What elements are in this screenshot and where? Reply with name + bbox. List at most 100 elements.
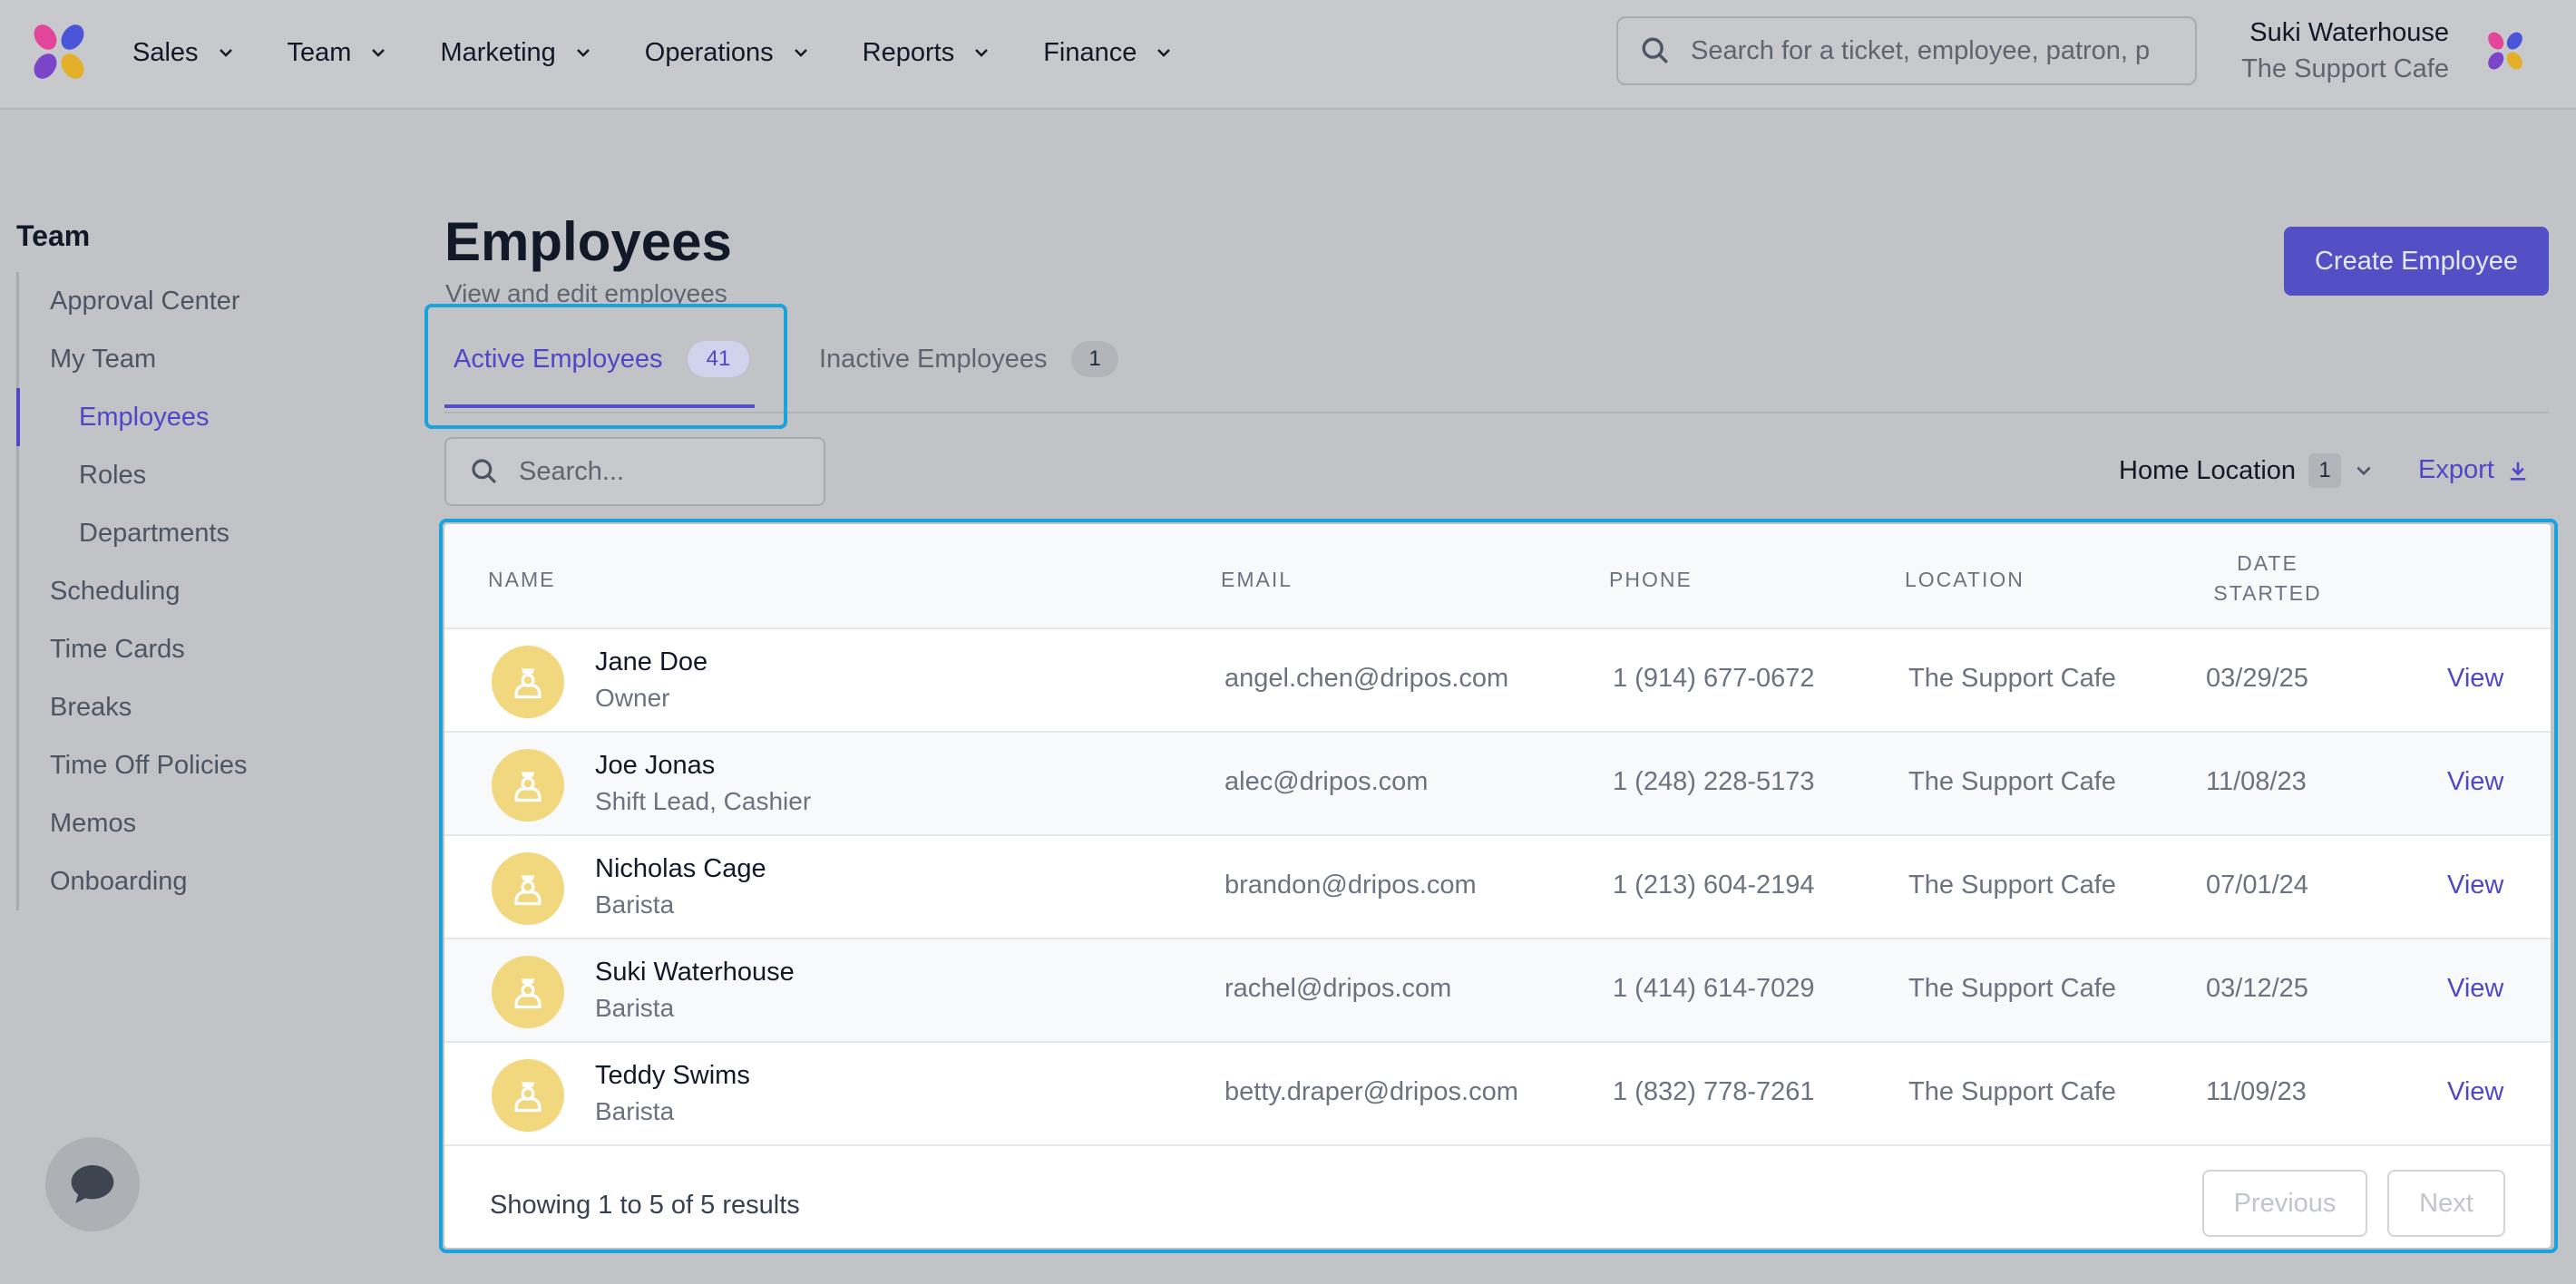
view-employee-link[interactable]: View bbox=[2447, 664, 2503, 694]
employee-search bbox=[444, 437, 825, 506]
chevron-down-icon bbox=[219, 49, 232, 57]
barista-icon bbox=[514, 978, 542, 1009]
employee-phone: 1 (832) 778-7261 bbox=[1613, 1077, 1815, 1106]
nav-item-label: Sales bbox=[132, 37, 199, 67]
chevron-down-icon bbox=[2356, 466, 2371, 476]
employee-phone: 1 (414) 614-7029 bbox=[1613, 974, 1815, 1003]
home-location-count: 1 bbox=[2308, 453, 2342, 488]
employee-location: The Support Cafe bbox=[1908, 767, 2116, 796]
employee-date-started: 03/29/25 bbox=[2206, 664, 2308, 693]
nav-item-label: Marketing bbox=[440, 37, 556, 67]
column-header-date-started[interactable]: DATE STARTED bbox=[2204, 551, 2331, 606]
nav-sales[interactable]: Sales bbox=[132, 38, 235, 68]
next-page-button[interactable]: Next bbox=[2387, 1170, 2505, 1237]
column-header-name[interactable]: NAME bbox=[488, 568, 555, 592]
table-row[interactable]: Joe Jonas Shift Lead, Cashier alec@dripo… bbox=[444, 733, 2551, 836]
nav-item-label: Reports bbox=[862, 37, 955, 67]
global-search-input[interactable] bbox=[1691, 35, 2181, 66]
create-employee-button[interactable]: Create Employee bbox=[2284, 227, 2549, 296]
employee-phone: 1 (213) 604-2194 bbox=[1613, 871, 1815, 900]
chevron-down-icon bbox=[372, 49, 385, 57]
employee-date-started: 11/09/23 bbox=[2206, 1077, 2307, 1106]
avatar bbox=[492, 852, 564, 925]
sidebar-item-memos[interactable]: Memos bbox=[19, 794, 379, 852]
employee-role: Owner bbox=[595, 684, 670, 712]
employee-location: The Support Cafe bbox=[1908, 974, 2116, 1003]
sidebar-item-breaks[interactable]: Breaks bbox=[19, 678, 379, 736]
table-row[interactable]: Nicholas Cage Barista brandon@dripos.com… bbox=[444, 836, 2551, 939]
view-employee-link[interactable]: View bbox=[2447, 767, 2503, 797]
user-menu[interactable]: Suki Waterhouse The Support Cafe bbox=[2241, 15, 2449, 87]
sidebar-item-departments[interactable]: Departments bbox=[19, 504, 379, 562]
column-header-email[interactable]: EMAIL bbox=[1221, 568, 1293, 592]
previous-page-button[interactable]: Previous bbox=[2202, 1170, 2367, 1237]
export-label: Export bbox=[2418, 455, 2494, 484]
barista-icon bbox=[514, 1082, 542, 1113]
avatar bbox=[492, 646, 564, 718]
nav-reports[interactable]: Reports bbox=[863, 38, 991, 68]
page-title: Employees bbox=[444, 211, 732, 272]
global-search bbox=[1616, 16, 2197, 85]
sidebar-item-my-team[interactable]: My Team bbox=[19, 330, 379, 388]
tab-count-badge: 41 bbox=[688, 341, 749, 377]
chevron-down-icon bbox=[1157, 49, 1171, 57]
export-button[interactable]: Export bbox=[2418, 455, 2531, 485]
employee-email: brandon@dripos.com bbox=[1225, 871, 1477, 900]
employee-email: alec@dripos.com bbox=[1225, 767, 1429, 796]
employee-search-input[interactable] bbox=[519, 456, 809, 487]
top-navigation-bar: Sales Team Marketing Operations Reports … bbox=[0, 0, 2576, 110]
employee-phone: 1 (248) 228-5173 bbox=[1613, 767, 1815, 796]
sidebar-item-onboarding[interactable]: Onboarding bbox=[19, 852, 379, 910]
user-org: The Support Cafe bbox=[2241, 54, 2449, 83]
table-header: NAME EMAIL PHONE LOCATION DATE STARTED bbox=[444, 524, 2551, 629]
chevron-down-icon bbox=[794, 49, 807, 57]
sidebar-item-employees[interactable]: Employees bbox=[16, 388, 379, 446]
nav-marketing[interactable]: Marketing bbox=[440, 38, 591, 68]
sidebar-item-approval-center[interactable]: Approval Center bbox=[19, 272, 379, 330]
employee-role: Shift Lead, Cashier bbox=[595, 787, 812, 815]
view-employee-link[interactable]: View bbox=[2447, 1077, 2503, 1107]
employee-role: Barista bbox=[595, 890, 675, 919]
table-row[interactable]: Suki Waterhouse Barista rachel@dripos.co… bbox=[444, 939, 2551, 1043]
employee-date-started: 03/12/25 bbox=[2206, 974, 2308, 1003]
table-row[interactable]: Jane Doe Owner angel.chen@dripos.com 1 (… bbox=[444, 629, 2551, 733]
chevron-down-icon bbox=[975, 49, 989, 57]
table-row[interactable]: Teddy Swims Barista betty.draper@dripos.… bbox=[444, 1043, 2551, 1146]
view-employee-link[interactable]: View bbox=[2447, 871, 2503, 900]
nav-operations[interactable]: Operations bbox=[645, 38, 810, 68]
column-header-phone[interactable]: PHONE bbox=[1609, 568, 1693, 592]
chat-icon bbox=[71, 1165, 114, 1203]
employee-role: Barista bbox=[595, 994, 675, 1022]
employee-name: Joe Jonas bbox=[595, 751, 716, 780]
home-location-filter[interactable]: Home Location 1 bbox=[2119, 453, 2374, 488]
nav-team[interactable]: Team bbox=[288, 38, 388, 68]
employee-name: Suki Waterhouse bbox=[595, 958, 795, 987]
avatar bbox=[492, 749, 564, 822]
pagination-summary: Showing 1 to 5 of 5 results bbox=[490, 1191, 800, 1220]
app-logo-icon[interactable] bbox=[27, 20, 91, 83]
home-location-label: Home Location bbox=[2119, 455, 2297, 485]
employee-role: Barista bbox=[595, 1097, 675, 1125]
chat-launcher-button[interactable] bbox=[45, 1137, 140, 1231]
sidebar-item-roles[interactable]: Roles bbox=[19, 446, 379, 504]
chevron-down-icon bbox=[576, 49, 590, 57]
sidebar-item-scheduling[interactable]: Scheduling bbox=[19, 562, 379, 620]
view-employee-link[interactable]: View bbox=[2447, 974, 2503, 1004]
tab-active-employees[interactable]: Active Employees 41 bbox=[444, 336, 755, 410]
sidebar-item-time-cards[interactable]: Time Cards bbox=[19, 620, 379, 678]
employee-email: angel.chen@dripos.com bbox=[1225, 664, 1509, 693]
column-header-location[interactable]: LOCATION bbox=[1905, 568, 2025, 592]
org-logo-icon[interactable] bbox=[2483, 29, 2527, 73]
sidebar-item-time-off-policies[interactable]: Time Off Policies bbox=[19, 736, 379, 794]
column-header-date-line2: STARTED bbox=[2213, 581, 2322, 605]
nav-finance[interactable]: Finance bbox=[1043, 38, 1173, 68]
avatar bbox=[492, 1059, 564, 1132]
user-name: Suki Waterhouse bbox=[2249, 18, 2449, 47]
search-icon bbox=[472, 459, 497, 484]
employee-name: Nicholas Cage bbox=[595, 854, 766, 883]
employee-phone: 1 (914) 677-0672 bbox=[1613, 664, 1815, 693]
tab-label: Inactive Employees bbox=[819, 345, 1048, 374]
nav-item-label: Finance bbox=[1043, 37, 1137, 67]
tab-count-badge: 1 bbox=[1071, 341, 1118, 377]
employee-email: betty.draper@dripos.com bbox=[1225, 1077, 1518, 1106]
